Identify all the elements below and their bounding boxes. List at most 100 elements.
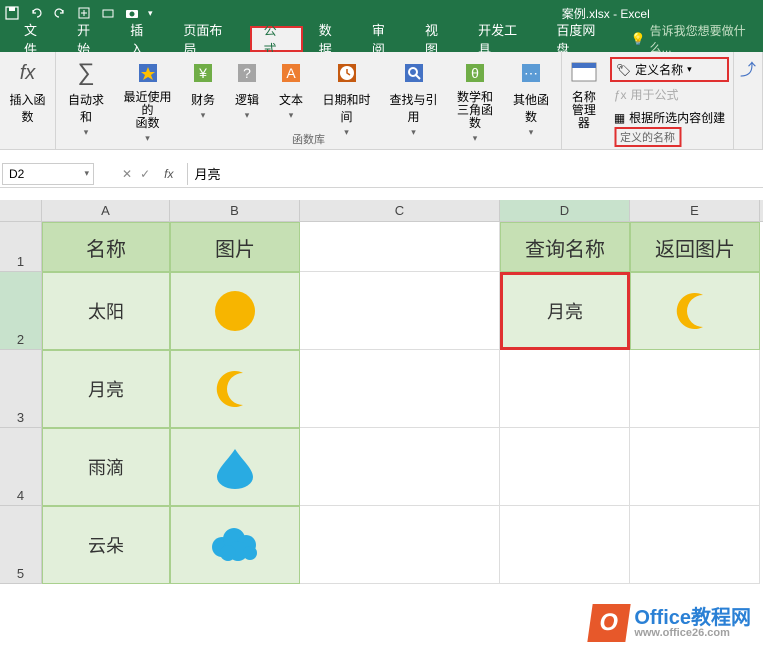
- watermark: O Office教程网 www.office26.com: [590, 604, 751, 642]
- autosum-label: 自动求和: [64, 91, 108, 125]
- cell-c3[interactable]: [300, 350, 500, 428]
- tell-me-search[interactable]: 💡 告诉我您想要做什么...: [631, 22, 763, 56]
- cell-e5[interactable]: [630, 506, 760, 584]
- col-header-c[interactable]: C: [300, 200, 500, 221]
- ribbon: fx 插入函数 ∑ 自动求和 最近使用的 函数 ¥ 财务 ? 逻辑 A: [0, 52, 763, 150]
- qat-dropdown-icon[interactable]: ▾: [148, 8, 153, 19]
- chevron-down-icon: ▾: [687, 64, 692, 75]
- undo-icon[interactable]: [28, 5, 44, 21]
- tab-baidu[interactable]: 百度网盘: [544, 26, 618, 52]
- cell-c1[interactable]: [300, 222, 500, 272]
- row-header-2[interactable]: 2: [0, 272, 42, 350]
- name-manager-button[interactable]: 名称 管理器: [562, 55, 606, 133]
- tab-formulas[interactable]: 公式: [250, 26, 303, 52]
- tab-file[interactable]: 文件: [12, 26, 61, 52]
- formula-bar: D2 ✕ ✓ fx 月亮: [0, 160, 763, 188]
- row-header-3[interactable]: 3: [0, 350, 42, 428]
- col-header-d[interactable]: D: [500, 200, 630, 221]
- cell-a1[interactable]: 名称: [42, 222, 170, 272]
- watermark-title: Office教程网: [634, 608, 751, 628]
- cell-d1[interactable]: 查询名称: [500, 222, 630, 272]
- watermark-part2: 教程网: [691, 607, 751, 629]
- name-manager-label: 名称 管理器: [568, 91, 600, 131]
- new-icon[interactable]: [76, 5, 92, 21]
- select-all-corner[interactable]: [0, 200, 42, 221]
- col-header-e[interactable]: E: [630, 200, 760, 221]
- cell-a2[interactable]: 太阳: [42, 272, 170, 350]
- open-icon[interactable]: [100, 5, 116, 21]
- fx-icon[interactable]: fx: [158, 167, 179, 181]
- tab-page-layout[interactable]: 页面布局: [171, 26, 245, 52]
- col-header-a[interactable]: A: [42, 200, 170, 221]
- cell-e3[interactable]: [630, 350, 760, 428]
- row-header-4[interactable]: 4: [0, 428, 42, 506]
- ribbon-tabs: 文件 开始 插入 页面布局 公式 数据 审阅 视图 开发工具 百度网盘 💡 告诉…: [0, 26, 763, 52]
- use-in-formula-button[interactable]: ƒx 用于公式: [610, 84, 729, 105]
- math-trig-label: 数学和 三角函数: [453, 91, 497, 131]
- cloud-icon: [208, 525, 262, 565]
- col-header-b[interactable]: B: [170, 200, 300, 221]
- cell-b5[interactable]: [170, 506, 300, 584]
- cell-e2[interactable]: [630, 272, 760, 350]
- grid-icon: ▦: [614, 111, 625, 125]
- cell-a3[interactable]: 月亮: [42, 350, 170, 428]
- moon-icon: [213, 367, 257, 411]
- cell-c2[interactable]: [300, 272, 500, 350]
- star-icon: [132, 57, 164, 89]
- cell-d4[interactable]: [500, 428, 630, 506]
- svg-text:?: ?: [243, 65, 251, 81]
- save-icon[interactable]: [4, 5, 20, 21]
- cell-c5[interactable]: [300, 506, 500, 584]
- formula-input[interactable]: 月亮: [188, 164, 763, 183]
- logical-icon: ?: [231, 57, 263, 89]
- tab-view[interactable]: 视图: [413, 26, 462, 52]
- fx-icon: fx: [12, 57, 44, 89]
- date-time-label: 日期和时间: [319, 91, 374, 125]
- confirm-icon[interactable]: ✓: [140, 167, 150, 181]
- watermark-part1: Office: [634, 607, 691, 629]
- tab-review[interactable]: 审阅: [360, 26, 409, 52]
- cell-b3[interactable]: [170, 350, 300, 428]
- text-icon: A: [275, 57, 307, 89]
- more-functions-label: 其他函数: [509, 91, 553, 125]
- cell-d2[interactable]: 月亮: [500, 272, 630, 350]
- cell-a4[interactable]: 雨滴: [42, 428, 170, 506]
- cell-b4[interactable]: [170, 428, 300, 506]
- svg-text:A: A: [286, 65, 296, 81]
- create-from-selection-button[interactable]: ▦ 根据所选内容创建: [610, 107, 729, 128]
- redo-icon[interactable]: [52, 5, 68, 21]
- more-icon: ⋯: [515, 57, 547, 89]
- bulb-icon: 💡: [631, 32, 646, 46]
- financial-icon: ¥: [187, 57, 219, 89]
- raindrop-icon: [213, 445, 257, 489]
- lookup-ref-label: 查找与引用: [386, 91, 441, 125]
- tab-developer[interactable]: 开发工具: [466, 26, 540, 52]
- cell-c4[interactable]: [300, 428, 500, 506]
- financial-label: 财务: [191, 91, 215, 108]
- camera-icon[interactable]: [124, 5, 140, 21]
- window-title: 案例.xlsx - Excel: [453, 5, 759, 22]
- insert-function-button[interactable]: fx 插入函数: [2, 55, 53, 127]
- define-name-label: 定义名称: [635, 61, 683, 78]
- tab-home[interactable]: 开始: [65, 26, 114, 52]
- tag-icon: 🏷: [616, 63, 631, 77]
- cell-e1[interactable]: 返回图片: [630, 222, 760, 272]
- name-box[interactable]: D2: [2, 163, 94, 185]
- cell-e4[interactable]: [630, 428, 760, 506]
- cell-b2[interactable]: [170, 272, 300, 350]
- tab-insert[interactable]: 插入: [118, 26, 167, 52]
- text-label: 文本: [279, 91, 303, 108]
- tab-data[interactable]: 数据: [307, 26, 356, 52]
- cancel-icon[interactable]: ✕: [122, 167, 132, 181]
- svg-text:⋯: ⋯: [524, 65, 538, 81]
- logical-label: 逻辑: [235, 91, 259, 108]
- row-header-5[interactable]: 5: [0, 506, 42, 584]
- cell-d5[interactable]: [500, 506, 630, 584]
- row-header-1[interactable]: 1: [0, 222, 42, 272]
- office-logo-icon: O: [588, 604, 631, 642]
- cell-b1[interactable]: 图片: [170, 222, 300, 272]
- cell-a5[interactable]: 云朵: [42, 506, 170, 584]
- cell-d3[interactable]: [500, 350, 630, 428]
- trace-icon[interactable]: ⤴: [740, 56, 756, 80]
- define-name-button[interactable]: 🏷 定义名称 ▾: [610, 57, 729, 82]
